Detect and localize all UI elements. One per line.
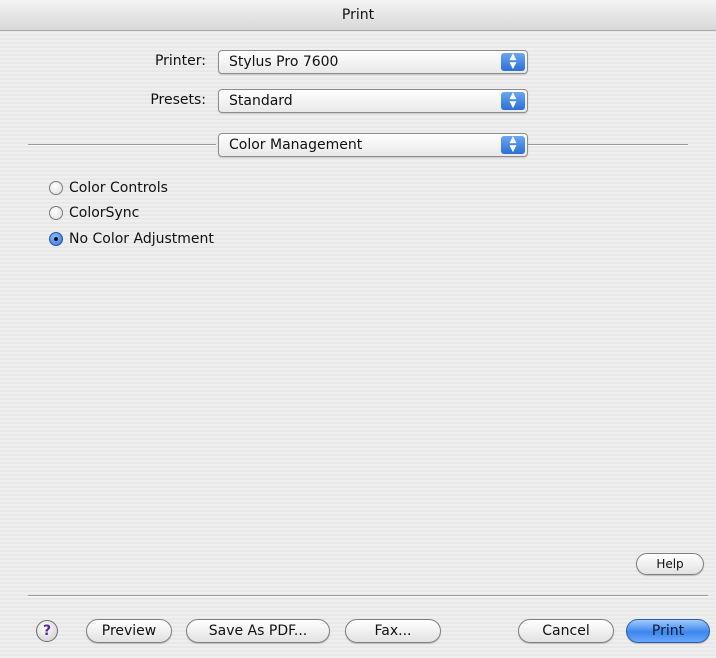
radio-button-icon xyxy=(49,206,63,220)
presets-value: Standard xyxy=(229,93,293,109)
radio-no-color-adjustment[interactable]: No Color Adjustment xyxy=(49,229,214,249)
printer-label: Printer: xyxy=(154,53,206,69)
cancel-button[interactable]: Cancel xyxy=(518,619,614,643)
radio-button-selected-icon xyxy=(49,232,63,246)
pane-value: Color Management xyxy=(229,137,363,153)
title-bar: Print xyxy=(0,0,716,31)
radio-label: No Color Adjustment xyxy=(69,231,214,247)
pane-popup[interactable]: Color Management ▲ ▼ xyxy=(218,133,528,157)
presets-label: Presets: xyxy=(150,92,206,108)
presets-popup[interactable]: Standard ▲ ▼ xyxy=(218,89,528,113)
print-label: Print xyxy=(651,623,685,639)
popup-arrows-icon: ▲ ▼ xyxy=(501,53,525,71)
preview-button[interactable]: Preview xyxy=(86,619,172,643)
popup-arrows-icon: ▲ ▼ xyxy=(501,136,525,154)
radio-colorsync[interactable]: ColorSync xyxy=(49,203,139,223)
print-button[interactable]: Print xyxy=(626,619,710,643)
window-title: Print xyxy=(341,7,375,23)
section-divider-right xyxy=(528,144,688,146)
fax-label: Fax... xyxy=(374,623,412,639)
fax-button[interactable]: Fax... xyxy=(345,619,441,643)
save-as-pdf-button[interactable]: Save As PDF... xyxy=(186,619,330,643)
preview-label: Preview xyxy=(101,623,157,639)
radio-label: Color Controls xyxy=(69,180,168,196)
section-divider-left xyxy=(28,144,216,146)
help-icon[interactable]: ? xyxy=(36,620,58,642)
radio-button-icon xyxy=(49,181,63,195)
radio-label: ColorSync xyxy=(69,205,140,221)
print-dialog: Print Printer: Stylus Pro 7600 ▲ ▼ Preset… xyxy=(0,0,716,658)
help-button-label: Help xyxy=(656,557,684,571)
help-button[interactable]: Help xyxy=(636,553,704,575)
printer-popup[interactable]: Stylus Pro 7600 ▲ ▼ xyxy=(218,50,528,74)
footer-divider xyxy=(28,595,708,597)
printer-value: Stylus Pro 7600 xyxy=(229,54,339,70)
save-as-pdf-label: Save As PDF... xyxy=(208,623,308,639)
cancel-label: Cancel xyxy=(542,623,590,639)
radio-color-controls[interactable]: Color Controls xyxy=(49,178,168,198)
popup-arrows-icon: ▲ ▼ xyxy=(501,92,525,110)
